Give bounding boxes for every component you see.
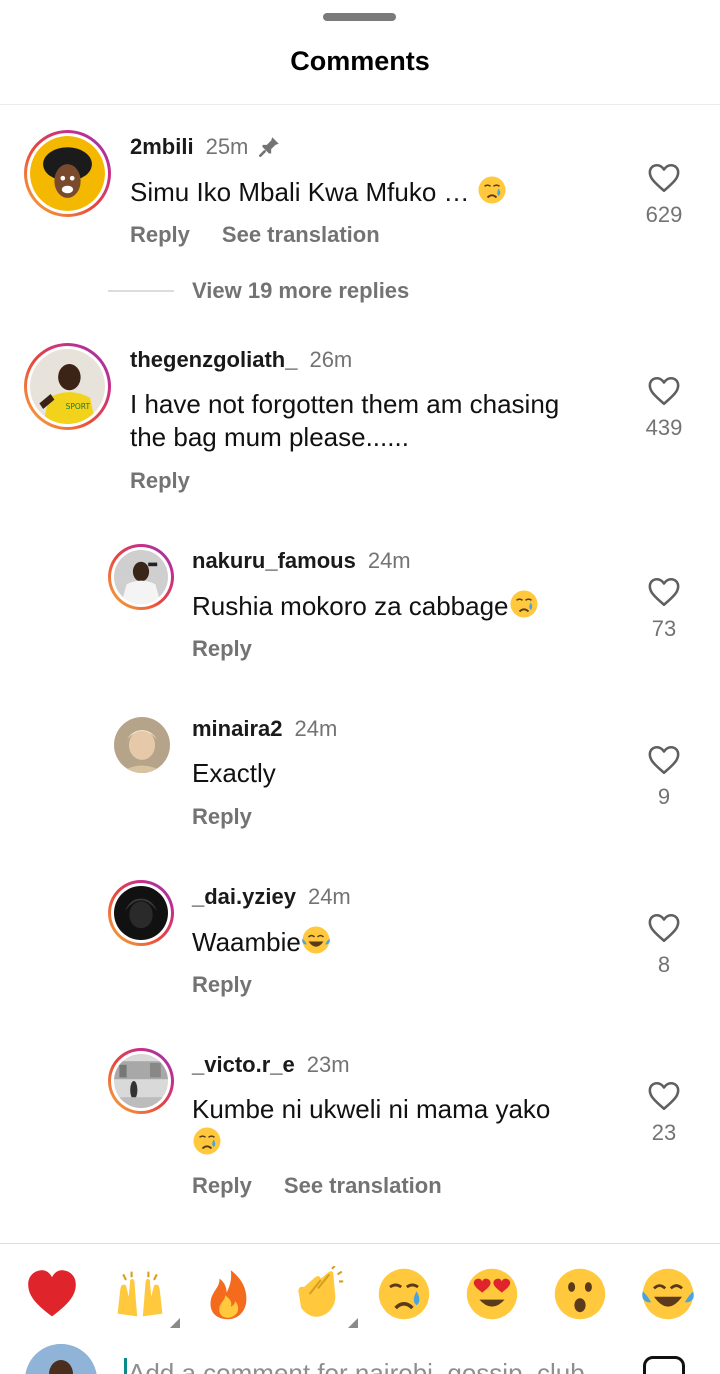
tears-of-joy-icon [642, 1268, 694, 1320]
comment-username[interactable]: 2mbili [130, 134, 194, 160]
comment-input[interactable]: Add a comment for nairobi_gossip_club [128, 1358, 585, 1374]
raising-hands-icon [117, 1271, 163, 1317]
crying-face-icon [378, 1268, 430, 1320]
comment-text: I have not forgotten them am chasing the… [130, 388, 559, 454]
reply-text: Rushia mokoro za cabbage [192, 589, 539, 623]
clapping-hands-emoji-button[interactable] [290, 1265, 358, 1328]
avatar[interactable] [114, 717, 170, 773]
reply-time: 24m [307, 884, 351, 909]
heart-icon [648, 745, 680, 775]
reply-button[interactable]: Reply [130, 468, 190, 494]
like-count: 73 [651, 616, 677, 641]
like-count: 23 [651, 1120, 677, 1145]
reply-time: 24m [367, 548, 411, 573]
red-heart-icon [28, 1270, 76, 1317]
heart-icon [648, 1081, 680, 1111]
reply-time: 24m [294, 716, 338, 741]
skin-tone-indicator [348, 1318, 358, 1328]
reply-text: Exactly [192, 758, 276, 788]
reply-button[interactable]: Reply [192, 1173, 252, 1199]
heart-icon [648, 163, 680, 193]
like-button[interactable]: 73 [624, 576, 704, 642]
view-replies-label: View 19 more replies [192, 278, 410, 303]
skin-tone-indicator [170, 1318, 180, 1328]
header-divider [0, 104, 720, 105]
comment-text: Simu Iko Mbali Kwa Mfuko … [130, 175, 507, 209]
surprised-face-emoji-button[interactable] [552, 1266, 608, 1322]
reply-username[interactable]: nakuru_famous [192, 548, 356, 574]
tears-of-joy-emoji-button[interactable] [640, 1266, 696, 1322]
comment-composer: Add a comment for nairobi_gossip_club [0, 1344, 720, 1374]
reply-button[interactable]: Reply [192, 636, 252, 662]
like-button[interactable]: 439 [624, 375, 704, 441]
view-more-replies-button[interactable]: View 19 more replies [108, 278, 409, 304]
see-translation-button[interactable]: See translation [222, 222, 380, 248]
like-button[interactable]: 8 [624, 912, 704, 978]
reply-text-line: Kumbe ni ukweli ni mama yako [192, 1094, 551, 1124]
comment-time: 25m [205, 134, 249, 159]
pin-icon [259, 137, 280, 157]
crying-face-icon [478, 176, 506, 204]
avatar[interactable] [24, 130, 111, 217]
like-count: 629 [645, 202, 683, 227]
heart-icon [648, 376, 680, 406]
reply-text: Waambie [192, 925, 331, 959]
reply-button[interactable]: Reply [192, 804, 252, 830]
avatar[interactable] [108, 1048, 174, 1114]
reply-time: 23m [306, 1052, 350, 1077]
reply-username[interactable]: _dai.yziey [192, 884, 296, 910]
text-cursor [124, 1358, 127, 1374]
svg-text:SPORT: SPORT [66, 402, 91, 411]
replies-line [108, 290, 174, 292]
reply-username[interactable]: minaira2 [192, 716, 283, 742]
red-heart-emoji-button[interactable] [24, 1266, 80, 1322]
avatar[interactable]: SPORT [24, 343, 111, 430]
surprised-face-icon [554, 1268, 606, 1320]
like-count: 8 [657, 952, 671, 977]
sheet-title: Comments [290, 46, 430, 76]
tears-of-joy-icon [302, 926, 330, 954]
clapping-hands-icon [298, 1265, 344, 1317]
reply-button[interactable]: Reply [130, 222, 190, 248]
avatar[interactable] [108, 880, 174, 946]
like-count: 9 [657, 784, 671, 809]
heart-eyes-icon [466, 1268, 518, 1320]
heart-icon [648, 913, 680, 943]
crying-face-emoji-button[interactable] [376, 1266, 432, 1322]
like-count: 439 [645, 415, 683, 440]
like-button[interactable]: 629 [624, 162, 704, 228]
fire-emoji-button[interactable] [200, 1266, 256, 1322]
avatar[interactable] [108, 544, 174, 610]
current-user-avatar [25, 1344, 97, 1374]
gif-sticker-button[interactable] [643, 1356, 685, 1374]
like-button[interactable]: 23 [624, 1080, 704, 1146]
heart-eyes-emoji-button[interactable] [464, 1266, 520, 1322]
comment-username[interactable]: thegenzgoliath_ [130, 347, 297, 373]
emoji-reaction-bar [0, 1265, 720, 1328]
crying-face-icon [193, 1127, 221, 1155]
comment-time: 26m [309, 347, 353, 372]
raising-hands-emoji-button[interactable] [112, 1266, 180, 1328]
reply-button[interactable]: Reply [192, 972, 252, 998]
comment-text-line: the bag mum please...... [130, 422, 409, 452]
heart-icon [648, 577, 680, 607]
reply-text: Kumbe ni ukweli ni mama yako [192, 1093, 612, 1160]
fire-icon [210, 1270, 247, 1320]
drag-handle[interactable] [323, 13, 396, 21]
see-translation-button[interactable]: See translation [284, 1173, 442, 1199]
like-button[interactable]: 9 [624, 744, 704, 810]
emoji-bar-divider [0, 1243, 720, 1244]
comment-text-line: I have not forgotten them am chasing [130, 389, 560, 419]
reply-username[interactable]: _victo.r_e [192, 1052, 295, 1078]
crying-face-icon [510, 590, 538, 618]
